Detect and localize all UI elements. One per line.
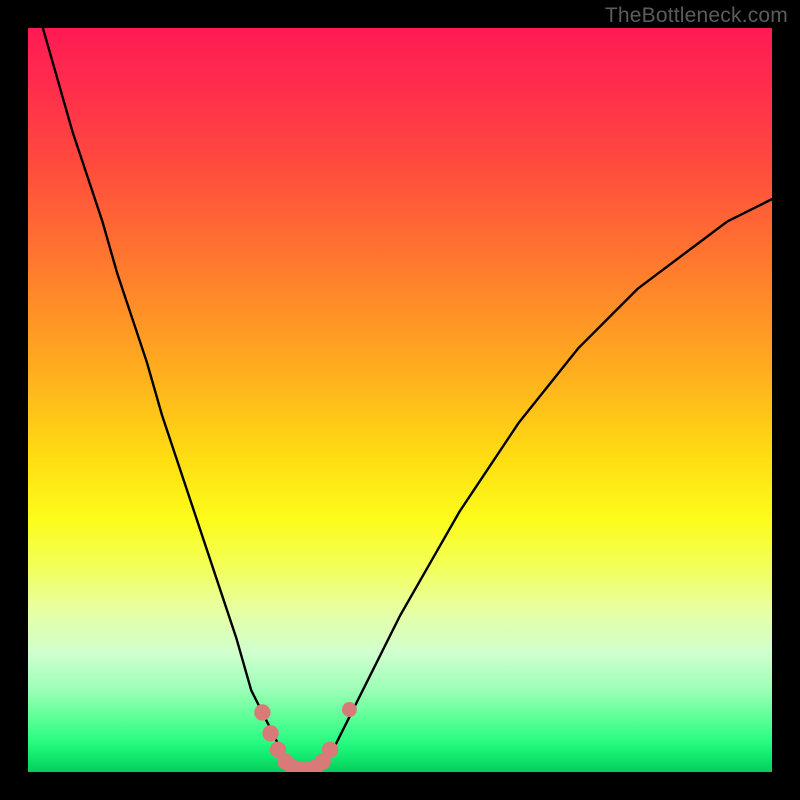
trough-marker [322, 742, 338, 758]
trough-marker [254, 704, 270, 720]
watermark-text: TheBottleneck.com [605, 4, 788, 28]
plot-svg [28, 28, 772, 772]
plot-area [28, 28, 772, 772]
trough-marker [342, 702, 357, 717]
trough-marker [262, 725, 278, 741]
trough-markers [254, 702, 357, 772]
chart-frame: TheBottleneck.com [0, 0, 800, 800]
bottleneck-curve [43, 28, 772, 771]
